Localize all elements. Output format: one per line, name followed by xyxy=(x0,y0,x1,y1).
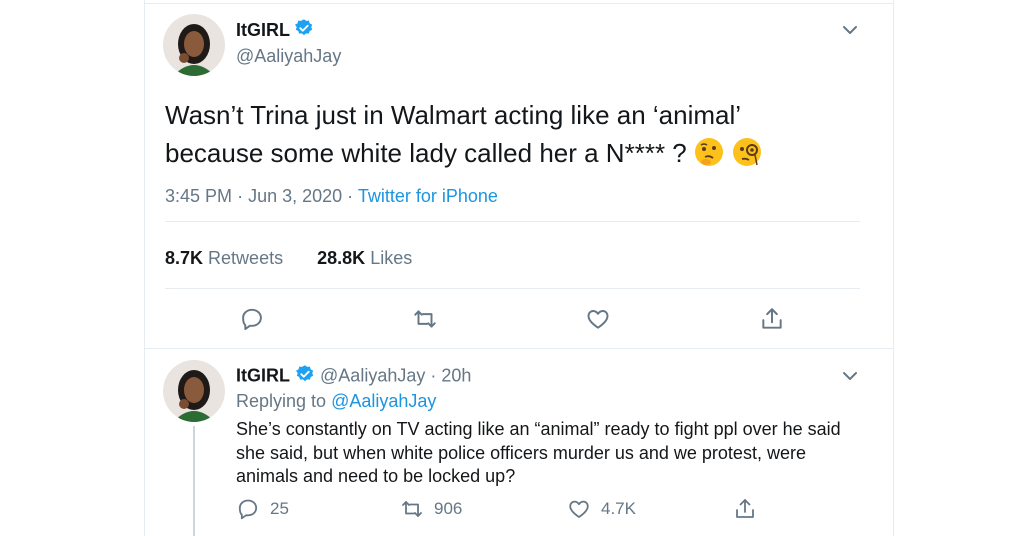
handle[interactable]: @AaliyahJay xyxy=(236,46,341,67)
meta-dot: · xyxy=(430,365,437,386)
divider xyxy=(145,348,893,349)
display-name[interactable]: ItGIRL xyxy=(236,365,290,385)
share-icon xyxy=(736,499,754,518)
reply-icon[interactable] xyxy=(239,306,265,332)
verified-badge-icon xyxy=(294,18,314,43)
tweet-meta: 3:45 PM · Jun 3, 2020 · Twitter for iPho… xyxy=(165,186,498,207)
divider xyxy=(165,288,860,289)
divider xyxy=(165,221,860,222)
engagement-stats: 8.7K Retweets 28.8K Likes xyxy=(165,248,412,269)
meta-dot: · xyxy=(237,186,244,206)
retweet-icon xyxy=(402,501,422,517)
tweet-time[interactable]: 3:45 PM xyxy=(165,186,232,206)
reply-header: ItGIRL @AaliyahJay · 20h xyxy=(236,364,471,389)
verified-badge-icon xyxy=(295,364,315,389)
display-name[interactable]: ItGIRL xyxy=(236,20,290,41)
likes-label: Likes xyxy=(370,248,413,268)
face-with-monocle-emoji xyxy=(731,136,763,178)
author-block: ItGIRL @AaliyahJay xyxy=(236,18,341,67)
top-border xyxy=(145,3,893,4)
reply-share-action[interactable] xyxy=(733,497,767,521)
meta-dot: · xyxy=(347,186,354,206)
retweets-label: Retweets xyxy=(208,248,284,268)
reply-text: She’s constantly on TV acting like an “a… xyxy=(236,419,841,486)
likes-count: 28.8K xyxy=(317,248,366,268)
heart-icon xyxy=(569,500,589,518)
reply-age[interactable]: 20h xyxy=(441,365,471,385)
retweet-count: 906 xyxy=(434,499,463,518)
reply-icon xyxy=(238,499,258,520)
tweet-card: ItGIRL @AaliyahJay Wasn’t Trina just in … xyxy=(144,0,894,536)
share-icon[interactable] xyxy=(759,306,785,332)
reply-like-action[interactable]: 4.7K xyxy=(567,497,636,521)
thinking-face-emoji xyxy=(693,136,725,178)
replying-to-link[interactable]: @AaliyahJay xyxy=(331,391,436,411)
handle[interactable]: @AaliyahJay xyxy=(320,365,425,385)
retweets-count: 8.7K xyxy=(165,248,204,268)
avatar[interactable] xyxy=(163,360,225,422)
likes-stat[interactable]: 28.8K Likes xyxy=(317,248,412,268)
heart-icon[interactable] xyxy=(585,306,611,332)
reply-count: 25 xyxy=(270,499,289,518)
reply-retweet-action[interactable]: 906 xyxy=(400,497,462,521)
retweets-stat[interactable]: 8.7K Retweets xyxy=(165,248,283,268)
tweet-body: Wasn’t Trina just in Walmart acting like… xyxy=(165,100,741,168)
retweet-icon[interactable] xyxy=(412,306,438,332)
replying-to: Replying to @AaliyahJay xyxy=(236,391,436,412)
chevron-down-icon[interactable] xyxy=(840,20,860,40)
replying-prefix: Replying to xyxy=(236,391,327,411)
chevron-down-icon[interactable] xyxy=(840,366,860,386)
like-count: 4.7K xyxy=(601,499,636,518)
tweet-date[interactable]: Jun 3, 2020 xyxy=(248,186,342,206)
avatar[interactable] xyxy=(163,14,225,76)
reply-reply-action[interactable]: 25 xyxy=(236,497,289,521)
thread-line xyxy=(193,426,195,536)
tweet-text: Wasn’t Trina just in Walmart acting like… xyxy=(165,96,845,178)
tweet-source[interactable]: Twitter for iPhone xyxy=(358,186,498,206)
